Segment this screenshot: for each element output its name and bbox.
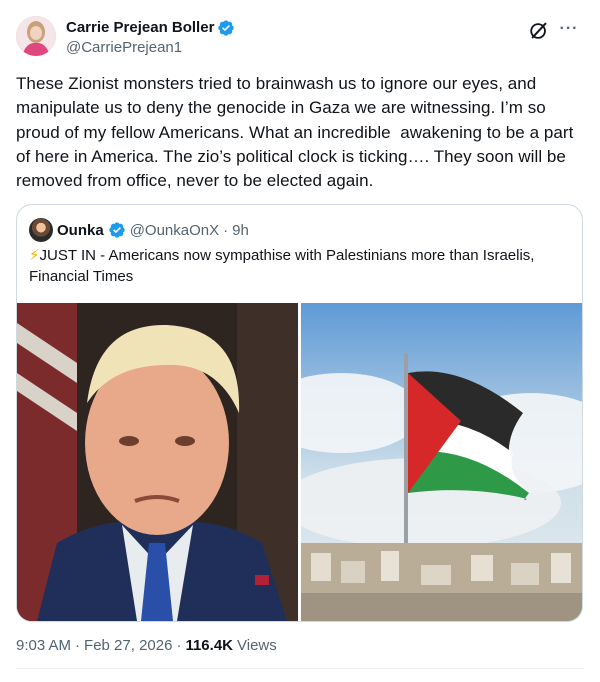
profile-photo-image: [16, 16, 56, 56]
more-options-button[interactable]: ···: [556, 18, 582, 44]
author-display-name[interactable]: Carrie Prejean Boller: [66, 18, 235, 38]
author-name-text: Carrie Prejean Boller: [66, 19, 215, 36]
tweet-time[interactable]: 9:03 AM: [16, 636, 71, 656]
quoted-tweet[interactable]: Ounka @OunkaOnX · 9h ⚡JUST IN - American…: [16, 204, 583, 622]
divider: [16, 668, 584, 669]
verified-badge-icon: [109, 222, 125, 238]
media-image-flag[interactable]: [301, 303, 582, 621]
tweet-text: These Zionist monsters tried to brainwas…: [16, 74, 579, 191]
verified-badge-icon: [218, 20, 235, 36]
portrait-image: [17, 303, 298, 621]
author-names: Carrie Prejean Boller @CarriePrejean1: [66, 18, 235, 58]
flag-image: [301, 303, 582, 621]
quoted-time[interactable]: 9h: [232, 222, 249, 239]
quoted-tweet-text: ⚡JUST IN - Americans now sympathise with…: [29, 245, 569, 287]
quoted-author-handle[interactable]: @OunkaOnX: [130, 222, 219, 239]
avatar[interactable]: [16, 16, 56, 56]
views-count: 116.4K: [185, 637, 233, 654]
views-label: Views: [237, 637, 277, 654]
grok-icon[interactable]: [528, 20, 550, 42]
author-handle[interactable]: @CarriePrejean1: [66, 38, 235, 58]
quoted-separator: ·: [223, 221, 229, 239]
quoted-media: [17, 303, 582, 621]
lightning-icon: ⚡: [29, 247, 40, 264]
meta-separator: ·: [176, 637, 182, 654]
meta-separator: ·: [75, 637, 81, 654]
tweet-header: Carrie Prejean Boller @CarriePrejean1 ··…: [16, 16, 584, 60]
tweet-card: Carrie Prejean Boller @CarriePrejean1 ··…: [0, 0, 600, 682]
tweet-meta: 9:03 AM · Feb 27, 2026 · 116.4K Views: [16, 636, 277, 656]
quoted-author-name[interactable]: Ounka: [57, 222, 104, 239]
quoted-text-body: JUST IN - Americans now sympathise with …: [29, 247, 535, 285]
quoted-avatar[interactable]: [29, 218, 53, 242]
media-image-portrait[interactable]: [17, 303, 298, 621]
tweet-date[interactable]: Feb 27, 2026: [84, 636, 172, 656]
quoted-tweet-header: Ounka @OunkaOnX · 9h: [29, 218, 249, 242]
